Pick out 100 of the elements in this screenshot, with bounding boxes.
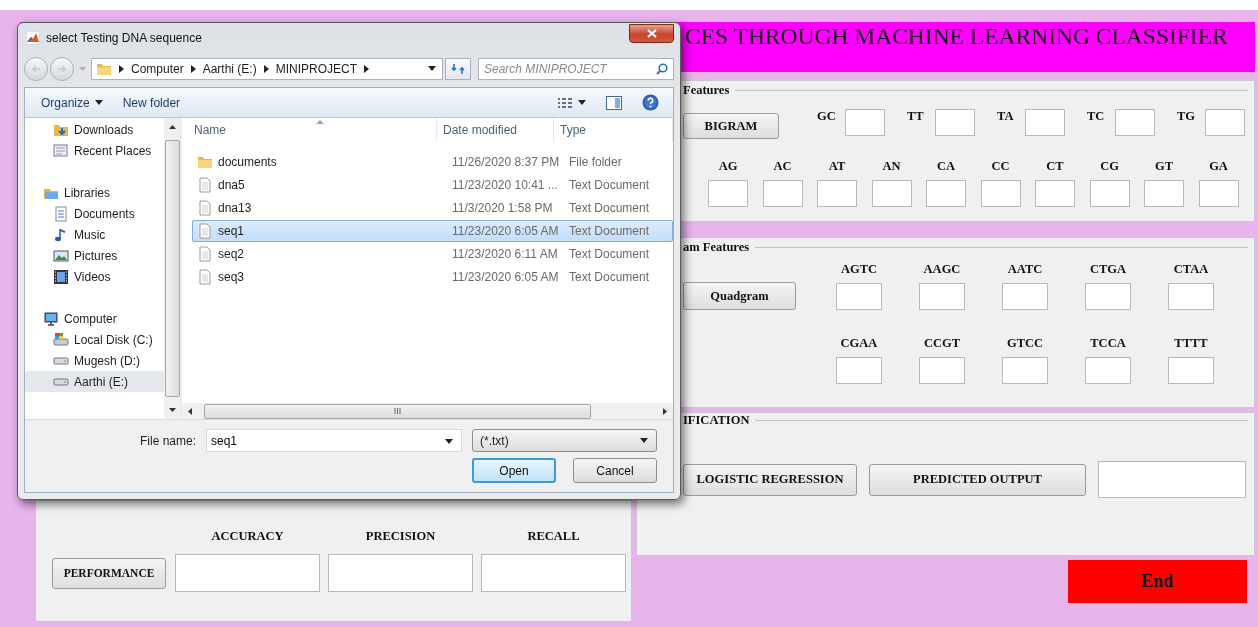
address-bar[interactable]: Computer Aarthi (E:) MINIPROJECT (91, 57, 443, 80)
sort-arrow-icon (316, 120, 324, 124)
horizontal-scrollbar[interactable] (182, 403, 673, 419)
field-label: AC (773, 159, 792, 174)
help-button[interactable] (642, 94, 659, 111)
forward-button[interactable] (50, 56, 74, 81)
cancel-button[interactable]: Cancel (573, 458, 657, 483)
column-header[interactable]: Date modified (437, 118, 554, 142)
caret-icon (578, 100, 586, 105)
nav-item[interactable]: Videos (25, 266, 164, 287)
input-field[interactable] (1085, 283, 1131, 310)
open-button[interactable]: Open (472, 458, 556, 483)
nav-item[interactable]: Downloads (25, 119, 164, 140)
predicted-output-button[interactable]: PREDICTED OUTPUT (869, 463, 1086, 496)
performance-button[interactable]: PERFORMANCE (52, 557, 166, 589)
refresh-icon (451, 61, 465, 76)
preview-pane-button[interactable] (606, 95, 622, 110)
grip-icon (394, 408, 401, 414)
input-field[interactable] (845, 109, 885, 136)
field-label: CGAA (840, 336, 878, 351)
input-field[interactable] (836, 357, 882, 384)
input-field[interactable] (1198, 180, 1239, 207)
input-field[interactable] (1085, 357, 1131, 384)
quadgram-button[interactable]: Quadgram (683, 282, 796, 310)
scroll-down-icon (168, 408, 176, 412)
input-field[interactable] (919, 357, 965, 384)
end-button[interactable]: End (1067, 559, 1248, 604)
caret-icon (79, 66, 86, 71)
nav-item[interactable]: Music (25, 224, 164, 245)
field-label: CG (1100, 159, 1119, 174)
nav-item[interactable]: Mugesh (D:) (25, 350, 164, 371)
logistic-regression-button[interactable]: LOGISTIC REGRESSION (683, 463, 857, 496)
input-field[interactable] (1002, 357, 1048, 384)
bigram-button[interactable]: BIGRAM (683, 113, 779, 139)
input-field[interactable] (1025, 109, 1065, 136)
metric-label: RECALL (526, 529, 581, 544)
organize-menu[interactable]: Organize (41, 95, 103, 110)
field-label: TT (907, 109, 925, 125)
close-button[interactable] (629, 24, 674, 43)
input-field[interactable] (1035, 180, 1075, 207)
file-row[interactable]: seq2 11/23/2020 6:11 AM Text Document (192, 243, 673, 265)
nav-item[interactable]: Documents (25, 203, 164, 224)
nav-item[interactable]: Computer (25, 308, 164, 329)
file-row[interactable]: dna5 11/23/2020 10:41 ... Text Document (192, 174, 673, 196)
input-field[interactable] (1144, 180, 1184, 207)
preview-pane-icon (606, 95, 622, 110)
search-icon (656, 62, 668, 75)
input-field[interactable] (836, 283, 882, 310)
nav-item[interactable]: Pictures (25, 245, 164, 266)
input-field[interactable] (481, 554, 626, 592)
input-field[interactable] (175, 554, 320, 592)
nav-item[interactable]: Recent Places (25, 140, 164, 161)
search-field[interactable]: Search MINIPROJECT (478, 57, 674, 80)
view-menu[interactable] (557, 96, 586, 109)
input-field[interactable] (1168, 283, 1214, 310)
input-field[interactable] (926, 180, 966, 207)
input-field[interactable] (980, 180, 1021, 207)
field-label: CA (936, 159, 956, 174)
scroll-right-icon (663, 407, 667, 415)
computer-icon (43, 310, 59, 327)
pictures-icon (53, 247, 69, 264)
input-field[interactable] (1089, 180, 1130, 207)
file-name-field[interactable]: seq1 (206, 429, 462, 452)
column-header[interactable]: Type (554, 118, 673, 142)
input-field[interactable] (919, 283, 965, 310)
column-header[interactable]: Name (182, 118, 437, 142)
input-field[interactable] (1205, 109, 1245, 136)
back-button[interactable] (24, 56, 48, 81)
input-field[interactable] (762, 180, 803, 207)
input-field[interactable] (935, 109, 975, 136)
new-folder-button[interactable]: New folder (122, 95, 181, 110)
file-row[interactable]: seq1 11/23/2020 6:05 AM Text Document (192, 220, 673, 242)
input-field[interactable] (328, 554, 473, 592)
input-field[interactable] (871, 180, 912, 207)
input-field[interactable] (817, 180, 857, 207)
input-field[interactable] (1115, 109, 1155, 136)
window-title: select Testing DNA sequence (46, 30, 202, 45)
field-label: GC (817, 109, 837, 125)
file-row[interactable]: documents 11/26/2020 8:37 PM File folder (192, 151, 673, 173)
input-field[interactable] (1168, 357, 1214, 384)
input-field[interactable] (1098, 461, 1246, 498)
nav-item[interactable]: Libraries (25, 182, 164, 203)
refresh-button[interactable] (445, 57, 471, 80)
file-row[interactable]: seq3 11/23/2020 6:05 AM Text Document (192, 266, 673, 288)
vertical-scrollbar[interactable] (164, 118, 180, 419)
field-label: TC (1087, 109, 1106, 125)
field-label: AGTC (840, 262, 878, 277)
input-field[interactable] (1002, 283, 1048, 310)
file-type-dropdown[interactable]: (*.txt) (472, 429, 657, 452)
nav-item[interactable]: Local Disk (C:) (25, 329, 164, 350)
nav-item[interactable]: Aarthi (E:) (25, 371, 164, 392)
dropdown-caret-icon (428, 66, 436, 71)
list-view-icon (557, 96, 573, 109)
panel-legend: Features (683, 82, 730, 98)
input-field[interactable] (708, 180, 748, 207)
metric-label: PRECISION (364, 529, 437, 544)
field-label: CC (991, 159, 1010, 174)
file-row[interactable]: dna13 11/3/2020 1:58 PM Text Document (192, 197, 673, 219)
field-label: TCCA (1090, 336, 1126, 351)
disk-drive-icon (53, 331, 69, 348)
